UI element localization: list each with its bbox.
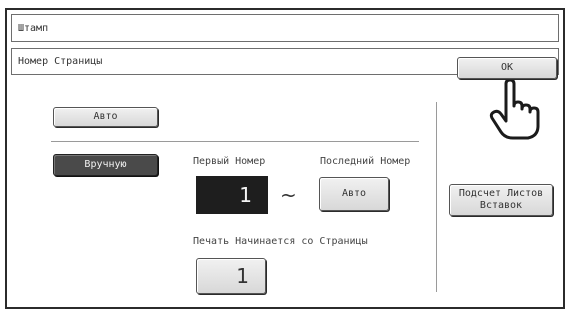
section-title: Номер Страницы (18, 56, 103, 67)
first-number-value[interactable]: 1 (196, 176, 268, 214)
dialog-title: Штамп (18, 22, 49, 34)
first-number-label: Первый Номер (193, 156, 266, 167)
dialog-title-bar: Штамп (11, 14, 559, 42)
last-number-auto-button[interactable]: Авто (319, 177, 389, 211)
range-separator: ~ (280, 183, 297, 207)
divider (51, 141, 419, 142)
auto-mode-button[interactable]: Авто (53, 107, 158, 127)
vertical-divider (436, 102, 437, 292)
manual-mode-button[interactable]: Вручную (53, 154, 158, 176)
start-page-label: Печать Начинается со Страницы (193, 236, 368, 247)
start-page-value-button[interactable]: 1 (196, 258, 266, 294)
count-inserts-button[interactable]: Подсчет Листов Вставок (449, 184, 553, 216)
ok-button[interactable]: OK (457, 57, 557, 79)
pointing-hand-icon (489, 80, 540, 140)
dialog-frame: Штамп Номер Страницы OK Авто Вручную Пер… (5, 8, 565, 309)
last-number-label: Последний Номер (320, 156, 411, 167)
